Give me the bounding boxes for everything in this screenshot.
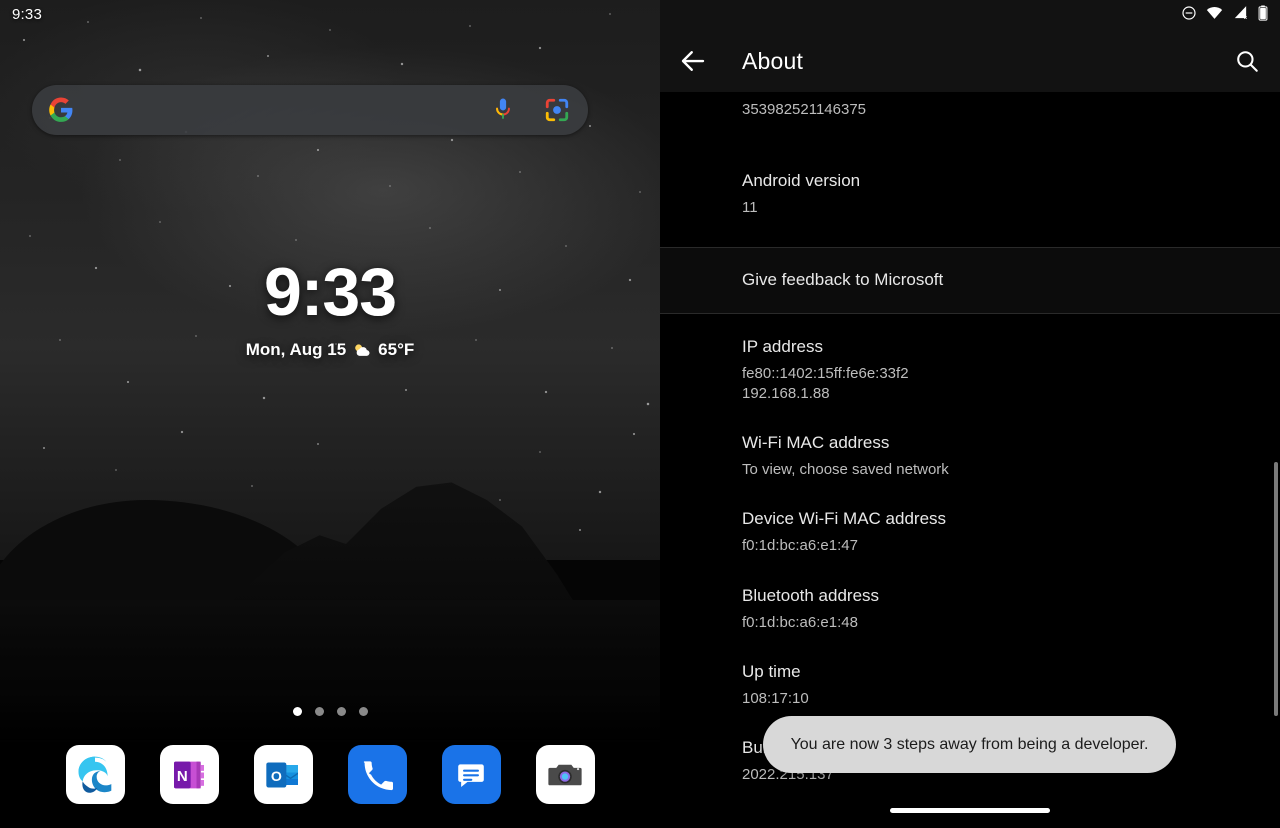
- clock-time: 9:33: [263, 254, 397, 330]
- home-screen[interactable]: 9:33 9:33 Mon, Aug 15 65°F N O: [0, 0, 660, 828]
- android-version-value: 11: [742, 199, 758, 217]
- bluetooth-address-value: f0:1d:bc:a6:e1:48: [742, 613, 858, 631]
- device-wifi-mac-label: Device Wi-Fi MAC address: [742, 509, 947, 529]
- wifi-mac-label: Wi-Fi MAC address: [742, 433, 890, 452]
- dock-icon-microsoft-onenote[interactable]: N: [159, 745, 219, 804]
- app-dock[interactable]: N O: [0, 745, 660, 804]
- page-dot-1[interactable]: [292, 707, 302, 716]
- clock-weather-widget[interactable]: 9:33 Mon, Aug 15 65°F: [0, 258, 660, 360]
- up-time-label: Up time: [742, 661, 801, 681]
- list-item-imei[interactable]: 353982521146375: [660, 92, 1280, 120]
- google-g-icon: [48, 97, 74, 123]
- clock-temperature: 65°F: [378, 340, 415, 359]
- ip-address-label: IP address: [742, 336, 823, 356]
- microphone-icon[interactable]: [492, 97, 514, 123]
- dual-screen-device: 9:33 9:33 Mon, Aug 15 65°F N O x About 3…: [0, 0, 1280, 828]
- search-icon[interactable]: [1234, 48, 1260, 74]
- do-not-disturb-icon: [1181, 5, 1197, 26]
- svg-text:O: O: [271, 768, 282, 784]
- clock-date: Mon, Aug 15: [245, 340, 347, 359]
- imei-value: 353982521146375: [742, 101, 867, 118]
- page-dot-2[interactable]: [314, 707, 324, 716]
- list-item-up-time[interactable]: Up time 108:17:10: [660, 633, 1280, 709]
- dock-icon-camera[interactable]: [535, 745, 595, 804]
- device-wifi-mac-value: f0:1d:bc:a6:e1:47: [742, 537, 858, 555]
- clock-date-weather: Mon, Aug 15 65°F: [0, 340, 660, 360]
- battery-icon: [1258, 5, 1268, 26]
- app-bar: About: [660, 30, 1280, 92]
- svg-text:N: N: [177, 767, 188, 784]
- android-version-label: Android version: [742, 171, 861, 191]
- list-item-ip-address[interactable]: IP address fe80::1402:15ff:fe6e:33f2 192…: [660, 314, 1280, 405]
- dock-icon-phone[interactable]: [347, 745, 407, 804]
- list-item-wifi-mac[interactable]: Wi-Fi MAC address To view, choose saved …: [660, 404, 1280, 480]
- toast-text: You are now 3 steps away from being a de…: [790, 735, 1149, 753]
- google-lens-icon[interactable]: [544, 97, 570, 123]
- vertical-scrollbar[interactable]: [1274, 462, 1278, 716]
- svg-text:x: x: [1244, 15, 1248, 20]
- page-title: About: [742, 47, 804, 74]
- page-dot-4[interactable]: [358, 707, 368, 716]
- status-bar-clock: 9:33: [12, 6, 42, 23]
- dock-icon-messages[interactable]: [441, 745, 501, 804]
- page-dot-3[interactable]: [336, 707, 346, 716]
- list-item-give-feedback[interactable]: Give feedback to Microsoft: [660, 247, 1280, 313]
- google-search-bar[interactable]: [32, 85, 588, 135]
- partly-cloudy-icon: [352, 341, 372, 359]
- gesture-home-bar[interactable]: [890, 808, 1050, 813]
- list-item-device-wifi-mac[interactable]: Device Wi-Fi MAC address f0:1d:bc:a6:e1:…: [660, 480, 1280, 556]
- system-status-bar: x: [660, 0, 1280, 30]
- list-item-bluetooth-address[interactable]: Bluetooth address f0:1d:bc:a6:e1:48: [660, 557, 1280, 633]
- back-arrow-icon[interactable]: [678, 46, 708, 76]
- wifi-mac-value: To view, choose saved network: [742, 461, 949, 478]
- dock-icon-microsoft-edge[interactable]: [65, 745, 125, 804]
- page-indicator[interactable]: [0, 707, 660, 716]
- cellular-signal-off-icon: x: [1232, 5, 1249, 25]
- toast-message: You are now 3 steps away from being a de…: [763, 716, 1176, 773]
- bluetooth-address-label: Bluetooth address: [742, 585, 880, 605]
- dock-icon-microsoft-outlook[interactable]: O: [253, 745, 313, 804]
- ip-address-value: fe80::1402:15ff:fe6e:33f2 192.168.1.88: [742, 364, 909, 402]
- up-time-value: 108:17:10: [742, 689, 809, 707]
- list-item-android-version[interactable]: Android version 11: [660, 120, 1280, 218]
- give-feedback-label: Give feedback to Microsoft: [742, 269, 944, 289]
- settings-about-screen[interactable]: x About 353982521146375 Android version …: [660, 0, 1280, 828]
- wifi-icon: [1206, 5, 1223, 25]
